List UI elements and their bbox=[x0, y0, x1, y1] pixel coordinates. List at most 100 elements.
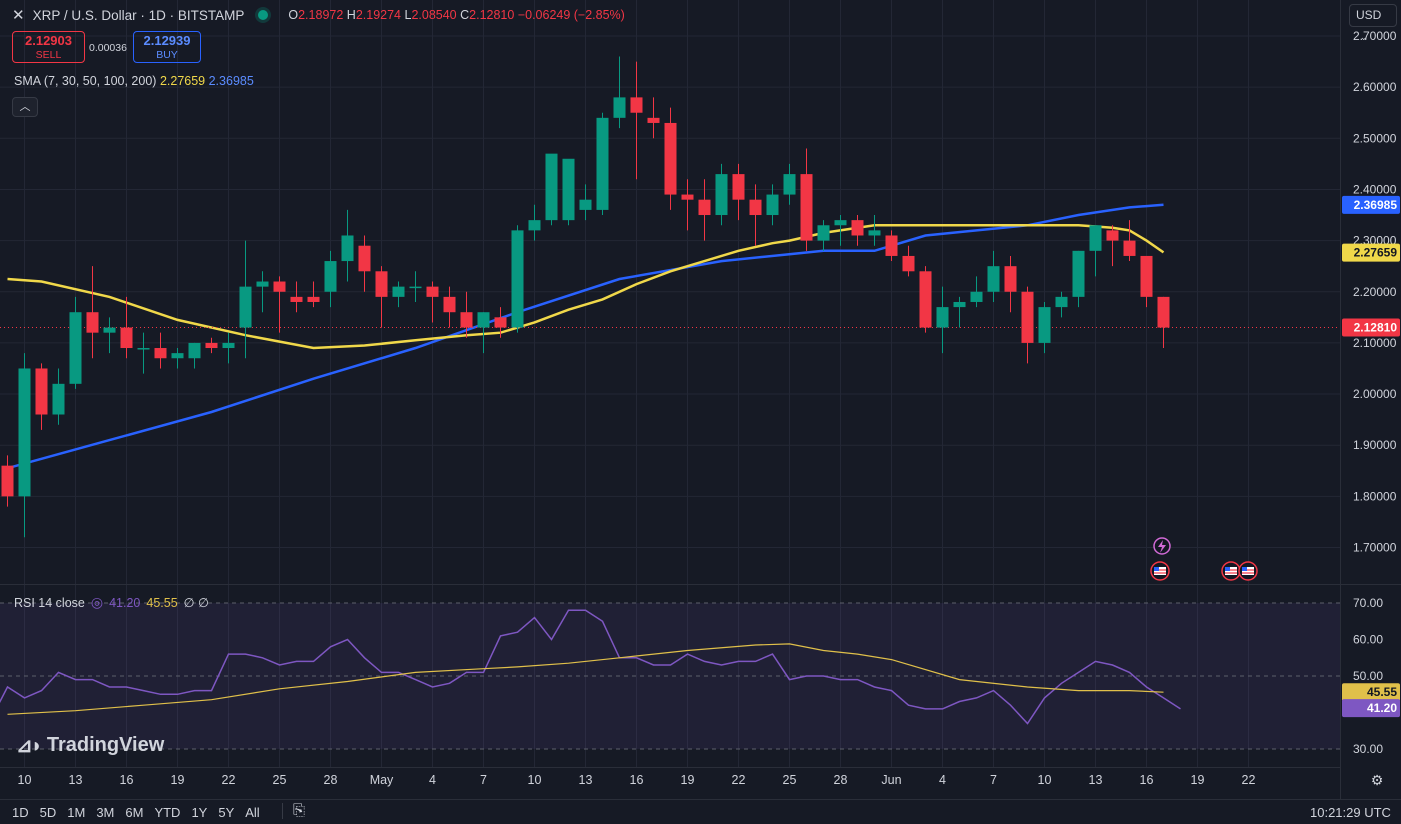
candle-body bbox=[324, 261, 337, 292]
candle-body bbox=[103, 327, 116, 333]
candle-up bbox=[392, 281, 405, 308]
candle-body bbox=[987, 266, 1000, 292]
rsi-tick-label: 70.00 bbox=[1353, 596, 1383, 610]
candle-body bbox=[52, 383, 65, 415]
time-tick-label: 13 bbox=[579, 773, 593, 787]
candle-down bbox=[647, 97, 660, 139]
candle-body bbox=[1123, 240, 1136, 256]
candle-down bbox=[1021, 286, 1034, 364]
range-3m[interactable]: 3M bbox=[96, 805, 114, 820]
candle-down bbox=[1123, 220, 1136, 262]
candle-down bbox=[698, 179, 711, 241]
flag-canton bbox=[1242, 567, 1247, 571]
candle-body bbox=[1038, 307, 1051, 343]
event-markers bbox=[1150, 537, 1258, 581]
candle-body bbox=[1072, 250, 1085, 297]
range-5d[interactable]: 5D bbox=[40, 805, 57, 820]
rsi-legend-label: RSI 14 close bbox=[14, 595, 85, 610]
tradingview-logo[interactable]: ⊿◗ TradingView bbox=[16, 733, 164, 758]
candle-up bbox=[1055, 291, 1068, 318]
candle-down bbox=[902, 245, 915, 277]
candle-down bbox=[1, 455, 14, 507]
rsi-visibility-icon[interactable]: ◎ bbox=[91, 594, 103, 611]
time-tick-label: 19 bbox=[1191, 773, 1205, 787]
candle-down bbox=[630, 61, 643, 180]
range-all[interactable]: All bbox=[245, 805, 259, 820]
candle-body bbox=[409, 286, 422, 289]
candle-body bbox=[222, 342, 235, 349]
settings-gear-icon[interactable]: ⚙ bbox=[1371, 773, 1384, 789]
rsi-ma-badge: 45.55 bbox=[1342, 683, 1400, 702]
candle-body bbox=[902, 255, 915, 272]
candle-down bbox=[86, 266, 99, 359]
range-1m[interactable]: 1M bbox=[67, 805, 85, 820]
candle-up bbox=[953, 296, 966, 328]
candle-down bbox=[426, 281, 439, 323]
time-tick-label: 22 bbox=[222, 773, 236, 787]
candle-body bbox=[681, 194, 694, 200]
currency-select[interactable]: USD ⌄ bbox=[1349, 4, 1397, 42]
last-price-badge: 2.12810 bbox=[1342, 318, 1400, 337]
candle-up bbox=[18, 353, 31, 538]
lightning-event-icon[interactable] bbox=[1153, 537, 1171, 555]
range-buttons: 1D 5D 1M 3M 6M YTD 1Y 5Y All bbox=[12, 805, 260, 820]
us-flag-event-icon[interactable] bbox=[1221, 561, 1241, 581]
calendar-icon[interactable]: ⎘ bbox=[293, 802, 305, 819]
candle-up bbox=[817, 220, 830, 251]
sell-price: 2.12903 bbox=[25, 33, 72, 48]
candle-up bbox=[52, 368, 65, 425]
range-5y[interactable]: 5Y bbox=[218, 805, 234, 820]
candle-down bbox=[800, 148, 813, 251]
candle-up bbox=[987, 250, 1000, 302]
sell-button[interactable]: 2.12903 SELL bbox=[12, 31, 85, 63]
candle-body bbox=[783, 174, 796, 195]
time-tick-label: 22 bbox=[732, 773, 746, 787]
us-flag-event-icon[interactable] bbox=[1238, 561, 1258, 581]
us-flag-event-icon[interactable] bbox=[1150, 561, 1170, 581]
time-tick-label: 22 bbox=[1242, 773, 1256, 787]
candle-body bbox=[1106, 230, 1119, 241]
price-tick-label: 2.10000 bbox=[1353, 336, 1397, 350]
range-ytd[interactable]: YTD bbox=[154, 805, 180, 820]
candle-body bbox=[392, 286, 405, 297]
price-tick-label: 1.90000 bbox=[1353, 438, 1397, 452]
rsi-tick-label: 50.00 bbox=[1353, 669, 1383, 683]
symbol-title[interactable]: XRP / U.S. Dollar · 1D · BITSTAMP bbox=[33, 8, 245, 23]
candle-body bbox=[749, 199, 762, 216]
time-tick-label: 28 bbox=[834, 773, 848, 787]
candle-down bbox=[681, 179, 694, 231]
candle-body bbox=[834, 220, 847, 226]
candle-up bbox=[970, 276, 983, 308]
last-price-badge-text: 2.12810 bbox=[1354, 321, 1398, 335]
range-6m[interactable]: 6M bbox=[125, 805, 143, 820]
candle-up bbox=[137, 332, 150, 374]
candle-down bbox=[358, 235, 371, 292]
candle-body bbox=[919, 271, 932, 328]
candle-down bbox=[732, 163, 745, 221]
time-tick-label: May bbox=[370, 773, 394, 787]
toolbar-divider bbox=[282, 803, 283, 819]
sell-label: SELL bbox=[35, 49, 62, 61]
flag-canton bbox=[1154, 567, 1159, 571]
rsi-legend[interactable]: RSI 14 close ◎ 41.20 45.55 ∅ ∅ bbox=[14, 594, 209, 611]
range-1d[interactable]: 1D bbox=[12, 805, 29, 820]
sma-blue-price-badge: 2.36985 bbox=[1342, 195, 1400, 214]
sma-legend-label: SMA (7, 30, 50, 100, 200) bbox=[14, 74, 157, 88]
candle-body bbox=[69, 312, 82, 384]
range-1y[interactable]: 1Y bbox=[191, 805, 207, 820]
candle-body bbox=[477, 312, 490, 328]
chart-canvas[interactable]: 2.700002.600002.500002.400002.300002.200… bbox=[0, 0, 1401, 823]
candle-body bbox=[562, 158, 575, 221]
rsi-band bbox=[0, 602, 1340, 750]
collapse-legend-button[interactable]: ︿ bbox=[12, 97, 38, 117]
close-icon[interactable]: ✕ bbox=[12, 6, 25, 24]
time-tick-label: 28 bbox=[324, 773, 338, 787]
candle-body bbox=[800, 174, 813, 241]
buy-button[interactable]: 2.12939 BUY bbox=[133, 31, 201, 63]
candle-body bbox=[290, 296, 303, 302]
sma-legend[interactable]: SMA (7, 30, 50, 100, 200) 2.27659 2.3698… bbox=[14, 74, 254, 88]
candle-down bbox=[885, 230, 898, 262]
clock[interactable]: 10:21:29 UTC bbox=[1310, 805, 1391, 820]
candle-up bbox=[188, 342, 201, 369]
time-tick-label: 4 bbox=[939, 773, 946, 787]
